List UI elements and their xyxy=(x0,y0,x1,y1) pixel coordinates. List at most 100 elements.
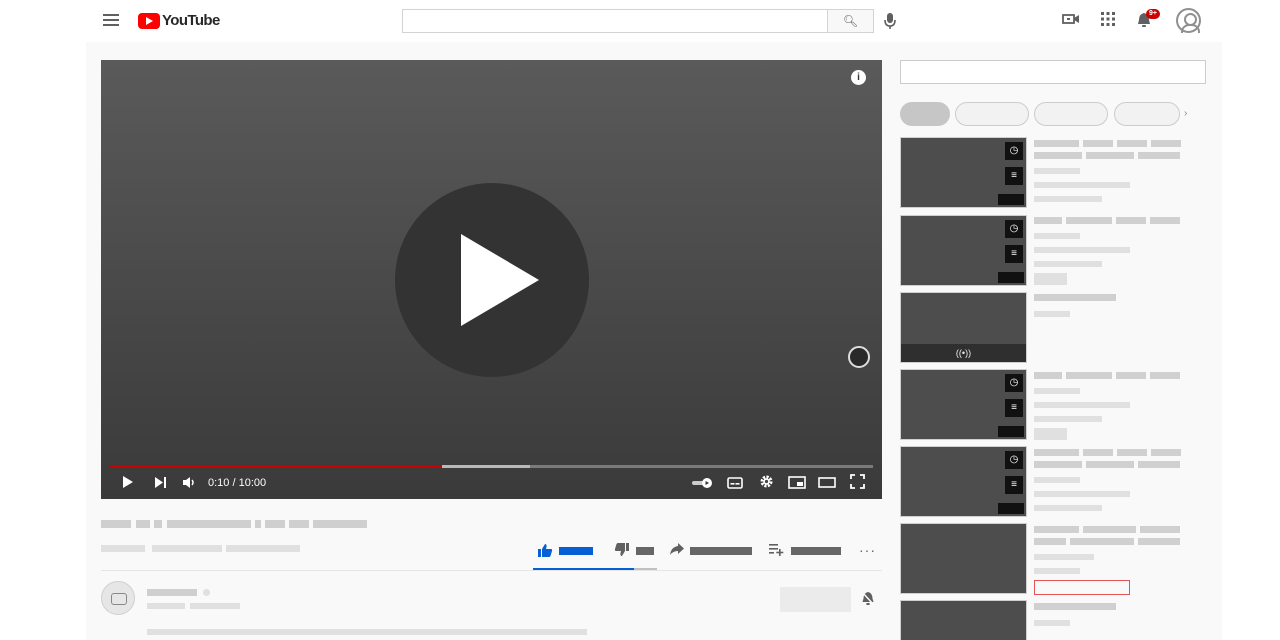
suggestion-title xyxy=(1083,449,1113,456)
miniplayer-corner-icon[interactable] xyxy=(848,346,870,368)
mic-icon[interactable] xyxy=(884,12,898,30)
suggestion-title xyxy=(1034,603,1116,610)
suggestion-title xyxy=(1034,217,1062,224)
notification-bell-icon[interactable] xyxy=(861,591,875,609)
add-to-queue-icon[interactable]: ≡ xyxy=(1005,399,1023,417)
suggestion-thumbnail[interactable] xyxy=(900,523,1027,594)
duration-badge xyxy=(998,272,1024,283)
suggestion-meta xyxy=(1034,620,1070,626)
subscribe-button[interactable] xyxy=(780,587,851,612)
like-count xyxy=(559,547,593,555)
share-icon[interactable] xyxy=(669,542,685,559)
watch-later-icon[interactable]: ◷ xyxy=(1005,220,1023,238)
chip[interactable] xyxy=(1114,102,1180,126)
watch-later-icon[interactable]: ◷ xyxy=(1005,142,1023,160)
autoplay-toggle-icon[interactable] xyxy=(691,474,715,494)
thumb-down-icon[interactable] xyxy=(614,542,630,560)
youtube-logo[interactable]: YouTube xyxy=(138,12,220,29)
suggestion-meta xyxy=(1034,505,1102,511)
playlist-add-icon[interactable] xyxy=(768,542,784,559)
suggestion-title xyxy=(1083,526,1136,533)
suggestion-meta xyxy=(1034,416,1102,422)
duration-badge xyxy=(998,503,1024,514)
suggestion-title xyxy=(1034,294,1116,301)
thumb-up-icon[interactable] xyxy=(537,543,553,561)
duration-badge xyxy=(998,426,1024,437)
suggestion-title xyxy=(1034,538,1066,545)
fullscreen-icon[interactable] xyxy=(848,474,866,494)
masthead: YouTube 🔍︎ 9+ xyxy=(0,0,1280,42)
add-to-queue-icon[interactable]: ≡ xyxy=(1005,476,1023,494)
suggestion-title xyxy=(1150,217,1180,224)
add-to-queue-icon[interactable]: ≡ xyxy=(1005,167,1023,185)
subtitles-icon[interactable] xyxy=(726,474,744,494)
miniplayer-icon[interactable] xyxy=(787,474,807,494)
suggestion-meta xyxy=(1034,568,1080,574)
search-icon: 🔍︎ xyxy=(842,14,859,28)
channel-avatar[interactable] xyxy=(101,581,135,615)
suggestion-title xyxy=(1086,461,1134,468)
save-label xyxy=(791,547,841,555)
account-icon[interactable] xyxy=(1176,8,1201,33)
chip[interactable] xyxy=(1034,102,1108,126)
verified-icon xyxy=(203,589,210,596)
next-icon[interactable] xyxy=(151,474,169,494)
suggestion-thumbnail[interactable]: ◷ ≡ xyxy=(900,369,1027,440)
settings-icon[interactable] xyxy=(757,474,775,494)
suggestion-title xyxy=(1138,152,1180,159)
logo-text: YouTube xyxy=(162,12,220,29)
suggestion-title xyxy=(1066,372,1112,379)
chip[interactable] xyxy=(955,102,1029,126)
video-camera-icon[interactable] xyxy=(1062,12,1080,30)
suggestion-channel xyxy=(1034,388,1080,394)
new-badge xyxy=(1034,428,1067,440)
grid-icon[interactable] xyxy=(1099,12,1117,30)
chat-or-search-box[interactable] xyxy=(900,60,1206,84)
suggestion-title xyxy=(1034,372,1062,379)
menu-icon[interactable] xyxy=(103,14,119,26)
video-player[interactable]: i 0:10 / 10:00 xyxy=(101,60,882,499)
watch-later-icon[interactable]: ◷ xyxy=(1005,451,1023,469)
suggestion-title xyxy=(1140,526,1180,533)
suggestion-meta xyxy=(1034,182,1130,188)
progress-bar[interactable] xyxy=(110,465,873,468)
view-count-placeholder xyxy=(101,545,145,552)
video-title-placeholder xyxy=(289,520,309,528)
suggestion-title xyxy=(1083,140,1113,147)
suggestion-thumbnail[interactable] xyxy=(900,600,1027,640)
date-placeholder xyxy=(152,545,222,552)
video-title-placeholder xyxy=(255,520,261,528)
suggestion-title xyxy=(1034,140,1079,147)
suggestion-title xyxy=(1151,140,1181,147)
suggestion-thumbnail-live[interactable]: ((•)) xyxy=(900,292,1027,363)
video-title-placeholder xyxy=(313,520,367,528)
chevron-right-icon[interactable]: › xyxy=(1184,108,1187,119)
watch-later-icon[interactable]: ◷ xyxy=(1005,374,1023,392)
duration-badge xyxy=(998,194,1024,205)
share-label xyxy=(690,547,752,555)
live-icon: ((•)) xyxy=(901,344,1026,362)
suggestion-thumbnail[interactable]: ◷ ≡ xyxy=(900,215,1027,286)
suggestion-meta xyxy=(1034,491,1130,497)
volume-icon[interactable] xyxy=(180,474,198,494)
highlighted-badge xyxy=(1034,580,1130,595)
add-to-queue-icon[interactable]: ≡ xyxy=(1005,245,1023,263)
large-play-button[interactable] xyxy=(395,183,589,377)
suggestion-title xyxy=(1138,538,1180,545)
more-icon[interactable]: ··· xyxy=(859,542,876,558)
search-input[interactable] xyxy=(402,9,828,33)
play-icon[interactable] xyxy=(119,474,137,494)
search-button[interactable]: 🔍︎ xyxy=(827,9,874,33)
suggestion-thumbnail[interactable]: ◷ ≡ xyxy=(900,446,1027,517)
suggestion-meta xyxy=(1034,247,1130,253)
chip-active[interactable] xyxy=(900,102,950,126)
video-title-placeholder xyxy=(154,520,162,528)
suggestion-channel xyxy=(1034,477,1080,483)
info-icon[interactable]: i xyxy=(851,70,866,85)
suggestion-title xyxy=(1117,449,1147,456)
channel-name-placeholder xyxy=(147,589,197,596)
suggestion-thumbnail[interactable]: ◷ ≡ xyxy=(900,137,1027,208)
youtube-logo-icon xyxy=(138,12,160,29)
suggestion-title xyxy=(1086,152,1134,159)
theater-icon[interactable] xyxy=(817,474,837,494)
